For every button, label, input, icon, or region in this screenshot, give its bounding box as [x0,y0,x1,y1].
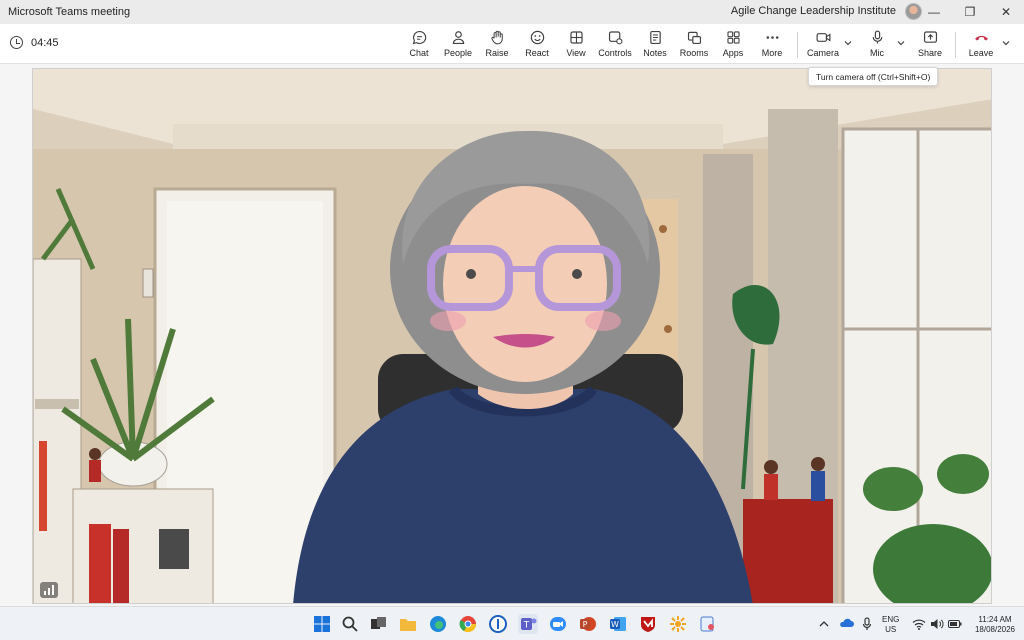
meeting-timer: 04:45 [10,36,59,49]
language-code: ENG [882,615,900,624]
video-stage [32,68,992,604]
camera-button[interactable]: Camera [803,28,843,62]
share-screen-icon [923,31,937,43]
raise-hand-icon [490,30,503,45]
call-quality-icon[interactable] [40,582,58,598]
hang-up-icon [974,35,988,41]
grid-view-icon [569,31,583,44]
teams-icon[interactable]: T [518,614,538,634]
more-icon [766,36,778,39]
apps-icon [726,31,740,44]
camera-icon [816,33,830,42]
share-label: Share [917,48,943,58]
participant-video [33,69,991,603]
clock-time: 11:24 AM [978,615,1012,624]
wifi-icon[interactable] [912,618,926,630]
window-title: Microsoft Teams meeting [8,6,131,18]
volume-icon[interactable] [930,618,944,630]
region-code: US [885,625,897,634]
chat-icon [412,30,426,45]
more-button[interactable]: More [752,28,792,62]
svg-text:P: P [583,620,588,629]
chat-button[interactable]: Chat [399,28,439,62]
search-icon[interactable] [340,614,360,634]
apps-label: Apps [722,48,744,58]
notes-button[interactable]: Notes [635,28,675,62]
rooms-button[interactable]: Rooms [674,28,714,62]
notes-label: Notes [643,48,667,58]
close-icon[interactable]: ✕ [988,0,1024,24]
leave-options-chevron-icon[interactable] [1001,38,1011,48]
battery-icon[interactable] [948,619,962,629]
camera-label: Camera [806,48,839,58]
more-label: More [761,48,783,58]
mic-options-chevron-icon[interactable] [896,38,906,48]
copilot-icon[interactable] [668,614,688,634]
file-explorer-icon[interactable] [398,614,418,634]
svg-text:W: W [611,620,619,629]
smiley-icon [530,30,544,45]
windows-start-icon[interactable] [312,614,332,634]
task-view-icon[interactable] [368,614,388,634]
microphone-icon [872,30,882,44]
react-button[interactable]: React [517,28,557,62]
controls-label: Controls [598,48,632,58]
taskbar: T P W ENG US 11:24 AM 18/08/2026 [0,606,1024,640]
view-button[interactable]: View [556,28,596,62]
show-hidden-icons-chevron-icon[interactable] [818,619,830,629]
camera-tooltip: Turn camera off (Ctrl+Shift+O) [808,67,939,86]
toolbar-divider [955,32,956,58]
notes-icon [649,30,661,45]
people-icon [452,31,464,45]
leave-label: Leave [968,48,994,58]
mic-label: Mic [870,48,884,58]
chat-label: Chat [409,48,429,58]
controls-button[interactable]: Controls [595,28,635,62]
svg-text:T: T [523,621,530,631]
system-clock[interactable]: 11:24 AM 18/08/2026 [968,615,1022,635]
leave-button[interactable]: Leave [961,28,1001,62]
raise-label: Raise [485,48,509,58]
onedrive-icon[interactable] [838,617,854,629]
timer-value: 04:45 [31,36,59,49]
meeting-toolbar: 04:45 Chat People Raise React View Contr… [0,24,1024,64]
zoom-icon[interactable] [548,614,568,634]
clock-icon [10,36,23,49]
react-label: React [525,48,549,58]
apps-button[interactable]: Apps [713,28,753,62]
mcafee-icon[interactable] [638,614,658,634]
organization-name[interactable]: Agile Change Leadership Institute [731,5,896,17]
powerpoint-icon[interactable]: P [578,614,598,634]
camera-options-chevron-icon[interactable] [843,38,853,48]
snipping-tool-icon[interactable] [698,614,718,634]
share-button[interactable]: Share [910,28,950,62]
input-language[interactable]: ENG US [882,615,899,635]
word-icon[interactable]: W [608,614,628,634]
minimize-icon[interactable]: — [916,0,952,24]
restore-icon[interactable]: ❐ [952,0,988,24]
raise-hand-button[interactable]: Raise [477,28,517,62]
title-bar: Microsoft Teams meeting Agile Change Lea… [0,0,1024,24]
edge-icon[interactable] [428,614,448,634]
toolbar-divider [797,32,798,58]
mic-button[interactable]: Mic [857,28,897,62]
controls-icon [608,31,622,45]
rooms-label: Rooms [679,48,709,58]
view-label: View [566,48,586,58]
people-label: People [443,48,473,58]
tray-microphone-icon[interactable] [862,617,872,631]
password-manager-icon[interactable] [488,614,508,634]
people-button[interactable]: People [438,28,478,62]
rooms-icon [687,31,701,45]
clock-date: 18/08/2026 [974,625,1016,634]
chrome-icon[interactable] [458,614,478,634]
